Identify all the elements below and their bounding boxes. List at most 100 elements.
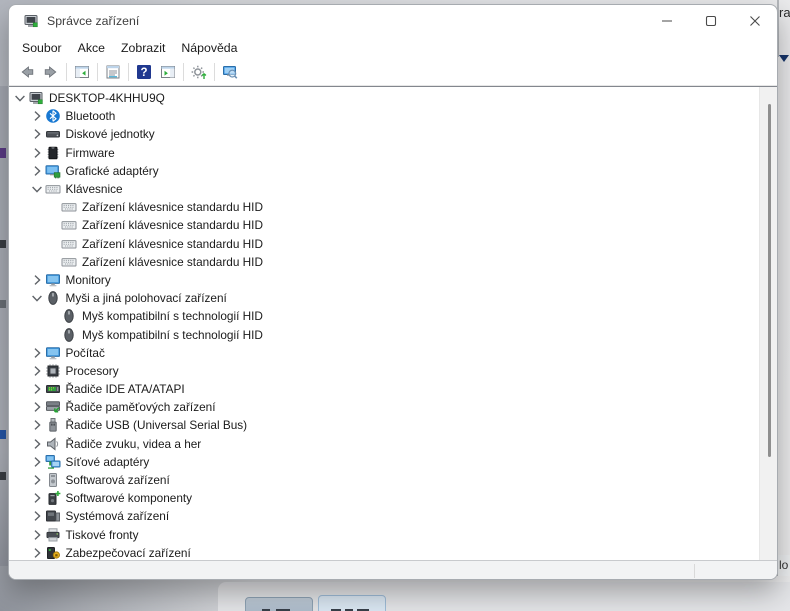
- chevron-right-icon[interactable]: [29, 471, 45, 489]
- toolbar-forward-button[interactable]: [39, 61, 63, 83]
- chevron-down-icon[interactable]: [29, 180, 45, 198]
- chevron-down-icon[interactable]: [12, 89, 28, 107]
- toolbar-scan-hardware-changes-button[interactable]: [187, 61, 211, 83]
- tree-row-systemova-zarizeni[interactable]: Systémová zařízení: [9, 507, 777, 525]
- chevron-down-icon[interactable]: [29, 289, 45, 307]
- toolbar-help-button[interactable]: ?: [132, 61, 156, 83]
- tree-row-zarizeni-klavesnice-standardu-hid[interactable]: Zařízení klávesnice standardu HID: [9, 253, 777, 271]
- chevron-right-icon[interactable]: [29, 507, 45, 525]
- tree-row-label: Řadiče USB (Universal Serial Bus): [66, 418, 248, 432]
- chevron-right-icon[interactable]: [29, 416, 45, 434]
- system-device-icon: [45, 508, 61, 524]
- tree-row-softwarove-komponenty[interactable]: Softwarové komponenty: [9, 489, 777, 507]
- minimize-button[interactable]: [645, 5, 689, 37]
- toolbar-separator: [183, 63, 184, 81]
- close-icon: [749, 15, 761, 27]
- tree-row-label: Zařízení klávesnice standardu HID: [82, 200, 263, 214]
- tree-row-label: Řadiče IDE ATA/ATAPI: [66, 382, 185, 396]
- tree-row-diskove-jednotky[interactable]: Diskové jednotky: [9, 125, 777, 143]
- expander-spacer: [45, 253, 61, 271]
- window-title: Správce zařízení: [47, 14, 139, 28]
- toolbar-show-action-pane-button[interactable]: [156, 61, 180, 83]
- desktop: { "window": { "title": "Správce zařízení…: [0, 0, 790, 611]
- status-bar-divider: [694, 564, 695, 578]
- menu-item-napoveda[interactable]: Nápověda: [173, 39, 245, 57]
- software-device-icon: [45, 472, 61, 488]
- tree-row-softwarova-zarizeni[interactable]: Softwarová zařízení: [9, 471, 777, 489]
- usb-icon: [45, 417, 61, 433]
- toolbar-show-console-tree-button[interactable]: [70, 61, 94, 83]
- chevron-right-icon[interactable]: [29, 489, 45, 507]
- tree-row-radice-ide-ata-atapi[interactable]: Řadiče IDE ATA/ATAPI: [9, 380, 777, 398]
- chevron-right-icon[interactable]: [29, 398, 45, 416]
- background-dialog-button[interactable]: [245, 597, 313, 611]
- chevron-right-icon[interactable]: [29, 107, 45, 125]
- chevron-right-icon[interactable]: [29, 453, 45, 471]
- toolbar-separator: [97, 63, 98, 81]
- chevron-right-icon[interactable]: [29, 544, 45, 560]
- audio-icon: [45, 436, 61, 452]
- tree-row-tiskove-fronty[interactable]: Tiskové fronty: [9, 526, 777, 544]
- chevron-right-icon[interactable]: [29, 162, 45, 180]
- tree-row-zarizeni-klavesnice-standardu-hid[interactable]: Zařízení klávesnice standardu HID: [9, 216, 777, 234]
- expander-spacer: [45, 326, 61, 344]
- status-bar: [9, 560, 777, 580]
- chevron-right-icon[interactable]: [29, 144, 45, 162]
- tree-row-zarizeni-klavesnice-standardu-hid[interactable]: Zařízení klávesnice standardu HID: [9, 198, 777, 216]
- background-dialog-button[interactable]: [318, 595, 386, 611]
- menu-item-akce[interactable]: Akce: [70, 39, 113, 57]
- menu-item-zobrazit[interactable]: Zobrazit: [113, 39, 173, 57]
- tree-row-bluetooth[interactable]: Bluetooth: [9, 107, 777, 125]
- chevron-right-icon[interactable]: [29, 125, 45, 143]
- computer-icon: [28, 90, 44, 106]
- tree-row-pocitac[interactable]: Počítač: [9, 344, 777, 362]
- tree-row-radice-zvuku-videa-a-her[interactable]: Řadiče zvuku, videa a her: [9, 435, 777, 453]
- chevron-right-icon[interactable]: [29, 435, 45, 453]
- chevron-right-icon[interactable]: [29, 526, 45, 544]
- software-component-icon: [45, 490, 61, 506]
- toolbar-search-devices-button[interactable]: [218, 61, 242, 83]
- tree-row-firmware[interactable]: Firmware: [9, 144, 777, 162]
- action-pane-icon: [160, 64, 176, 80]
- tree-rows: DESKTOP-4KHHU9QBluetoothDiskové jednotky…: [9, 87, 777, 560]
- maximize-button[interactable]: [689, 5, 733, 37]
- tree-row-mysi-a-jina-polohovaci-zarizeni[interactable]: Myši a jiná polohovací zařízení: [9, 289, 777, 307]
- tree-row-monitory[interactable]: Monitory: [9, 271, 777, 289]
- tree-row-zabezpecovaci-zarizeni[interactable]: Zabezpečovací zařízení: [9, 544, 777, 560]
- tree-row-label: Řadiče paměťových zařízení: [66, 400, 216, 414]
- tree-row-mys-kompatibilni-s-technologii-hid[interactable]: Myš kompatibilní s technologií HID: [9, 325, 777, 343]
- tree-row-procesory[interactable]: Procesory: [9, 362, 777, 380]
- toolbar-properties-button[interactable]: [101, 61, 125, 83]
- tree-row-label: Myš kompatibilní s technologií HID: [82, 309, 263, 323]
- close-button[interactable]: [733, 5, 777, 37]
- tree-row-zarizeni-klavesnice-standardu-hid[interactable]: Zařízení klávesnice standardu HID: [9, 235, 777, 253]
- device-manager-window: Správce zařízení SouborAkceZobrazitNápov…: [8, 4, 778, 580]
- tree-row-radice-pametovych-zarizeni[interactable]: Řadiče paměťových zařízení: [9, 398, 777, 416]
- tree-row-graficke-adaptery[interactable]: Grafické adaptéry: [9, 162, 777, 180]
- keyboard-icon: [61, 199, 77, 215]
- maximize-icon: [705, 15, 717, 27]
- tree-row-klavesnice[interactable]: Klávesnice: [9, 180, 777, 198]
- properties-icon: [105, 64, 121, 80]
- help-icon: ?: [136, 64, 152, 80]
- tree-row-label: Tiskové fronty: [66, 528, 139, 542]
- vertical-scrollbar[interactable]: [759, 87, 777, 560]
- ide-controller-icon: [45, 381, 61, 397]
- menu-item-soubor[interactable]: Soubor: [14, 39, 70, 57]
- chevron-right-icon[interactable]: [29, 271, 45, 289]
- toolbar-back-button[interactable]: [15, 61, 39, 83]
- tree-row-desktop-4khhu9q[interactable]: DESKTOP-4KHHU9Q: [9, 89, 777, 107]
- chevron-right-icon[interactable]: [29, 344, 45, 362]
- chevron-right-icon[interactable]: [29, 380, 45, 398]
- monitor-icon: [45, 345, 61, 361]
- tree-row-mys-kompatibilni-s-technologii-hid[interactable]: Myš kompatibilní s technologií HID: [9, 307, 777, 325]
- back-icon: [19, 64, 35, 80]
- tree-row-label: Zařízení klávesnice standardu HID: [82, 237, 263, 251]
- tree-row-radice-usb-universal-serial-bus[interactable]: Řadiče USB (Universal Serial Bus): [9, 416, 777, 434]
- keyboard-icon: [45, 181, 61, 197]
- tree-row-label: Firmware: [66, 146, 115, 160]
- tree-row-sitove-adaptery[interactable]: Síťové adaptéry: [9, 453, 777, 471]
- scrollbar-thumb[interactable]: [768, 104, 771, 457]
- chevron-right-icon[interactable]: [29, 362, 45, 380]
- tree-row-label: Zařízení klávesnice standardu HID: [82, 218, 263, 232]
